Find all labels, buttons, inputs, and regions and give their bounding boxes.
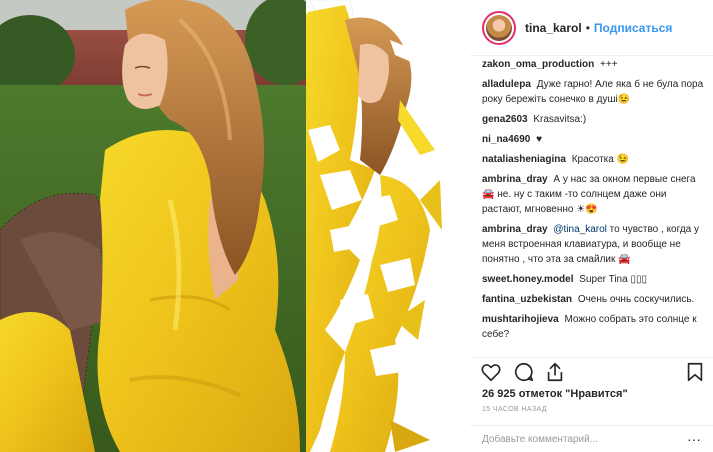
comment-icon[interactable] [513,361,535,383]
comment-input[interactable] [482,433,672,445]
comment-author[interactable]: mushtarihojieva [482,314,559,325]
comment-author[interactable]: ambrina_dray [482,174,548,185]
comment-item: ambrina_dray @tina_karol то чувство , ко… [482,222,707,267]
comment-text: +++ [600,59,618,70]
comment-text: Красотка 😉 [571,154,630,165]
comment-author[interactable]: ambrina_dray [482,224,548,235]
share-icon[interactable] [544,361,566,383]
comment-author[interactable]: sweet.honey.model [482,274,574,285]
post-header: tina_karol • Подписаться [470,0,713,56]
avatar[interactable] [482,10,516,45]
heart-icon[interactable] [480,361,502,383]
comment-text: Krasavitsa:) [533,114,587,125]
post-timestamp: 15 ЧАСОВ НАЗАД [482,406,547,413]
comment-author[interactable]: nataliasheniagina [482,154,566,165]
comment-text: Очень очнь соскучились. [577,294,695,305]
action-bar [470,357,713,385]
comment-item: alladulepa Дуже гарно! Але яка б не була… [482,77,707,107]
comment-author[interactable]: gena2603 [482,114,528,125]
comment-author[interactable]: zakon_oma_production [482,59,594,70]
comment-text: Super Tina ▯▯▯ [579,274,647,285]
comment-list[interactable]: zakon_oma_production +++ alladulepa Дуже… [482,57,707,357]
separator-dot: • [585,20,590,35]
post-photo[interactable] [0,0,470,452]
follow-button[interactable]: Подписаться [594,21,672,35]
likes-count[interactable]: 26 925 отметок "Нравится" [482,388,628,400]
add-comment-bar: ··· [470,425,713,452]
comment-item: ambrina_dray А у нас за окном первые сне… [482,172,707,217]
comment-mention[interactable]: @tina_karol [553,224,607,235]
bookmark-icon[interactable] [684,361,706,383]
comment-author[interactable]: fantina_uzbekistan [482,294,572,305]
comment-author[interactable]: alladulepa [482,79,531,90]
comment-author[interactable]: ni_na4690 [482,134,530,145]
username-link[interactable]: tina_karol [525,21,582,35]
comment-item: mushtarihojieva Можно собрать это солнце… [482,312,707,342]
comment-item: gena2603 Krasavitsa:) [482,112,707,127]
comment-item: ni_na4690 ♥ [482,132,707,147]
comment-text: ♥ [536,134,543,145]
post-image [0,0,470,452]
comment-item: sweet.honey.model Super Tina ▯▯▯ [482,272,707,287]
more-options-button[interactable]: ··· [687,432,701,446]
post-sidebar: tina_karol • Подписаться zakon_oma_produ… [470,0,713,452]
comment-item: nataliasheniagina Красотка 😉 [482,152,707,167]
comment-item: fantina_uzbekistan Очень очнь соскучилис… [482,292,707,307]
comment-item: zakon_oma_production +++ [482,57,707,72]
